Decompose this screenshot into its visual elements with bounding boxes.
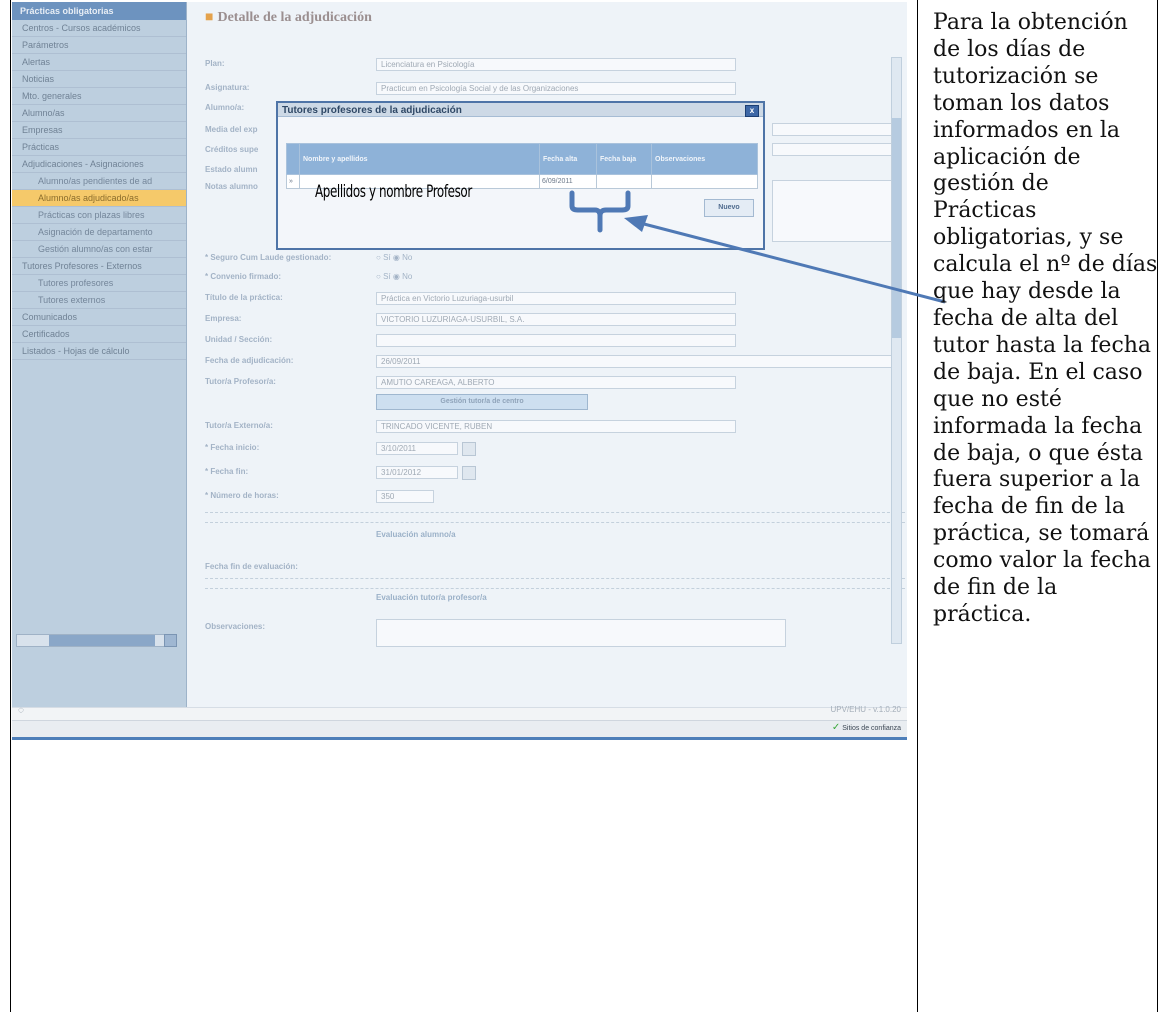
fecha-adj-field[interactable]: 26/09/2011: [376, 355, 892, 368]
divider: [205, 512, 905, 513]
divider: [205, 578, 905, 579]
eval-alumno-heading: Evaluación alumno/a: [376, 530, 456, 539]
table-header-nombre[interactable]: Nombre y apellidos: [299, 143, 540, 175]
empresa-field[interactable]: VICTORIO LUZURIAGA-USURBIL, S.A.: [376, 313, 736, 326]
alumno-label: Alumno/a:: [205, 103, 245, 112]
fecha-fin-field[interactable]: 31/01/2012: [376, 466, 458, 479]
asignatura-field[interactable]: Practicum en Psicología Social y de las …: [376, 82, 736, 95]
notas-field[interactable]: [772, 180, 892, 242]
sidebar-item-pendientes[interactable]: Alumno/as pendientes de ad: [12, 173, 186, 190]
seguro-radio-group[interactable]: ○ Sí ◉ No: [376, 253, 412, 262]
creditos-label: Créditos supe: [205, 145, 259, 154]
sidebar-item-alumnos[interactable]: Alumno/as: [12, 105, 186, 122]
table-header-fecha-baja[interactable]: Fecha baja: [596, 143, 652, 175]
sidebar-item-empresas[interactable]: Empresas: [12, 122, 186, 139]
close-icon[interactable]: x: [745, 105, 759, 117]
sidebar-item-comunicados[interactable]: Comunicados: [12, 309, 186, 326]
sidebar-item-tutores-profesores[interactable]: Tutores profesores: [12, 275, 186, 292]
cell-fecha-baja: [596, 174, 652, 189]
embedded-screenshot: Prácticas obligatorias Centros - Cursos …: [12, 2, 907, 740]
table-border-left: [10, 0, 11, 1012]
eval-tutor-heading: Evaluación tutor/a profesor/a: [376, 593, 487, 602]
estado-label: Estado alumn: [205, 165, 258, 174]
sidebar-item-departamento[interactable]: Asignación de departamento: [12, 224, 186, 241]
page-title: ■ Detalle de la adjudicación: [205, 10, 372, 25]
tutor-prof-field[interactable]: AMUTIO CAREAGA, ALBERTO: [376, 376, 736, 389]
tutor-prof-label: Tutor/a Profesor/a:: [205, 377, 276, 386]
cell-observaciones: [651, 174, 758, 189]
check-icon: ✓: [831, 722, 841, 733]
divider: [205, 588, 905, 589]
plan-field[interactable]: Licenciatura en Psicología: [376, 58, 736, 71]
sidebar-item-practicas[interactable]: Prácticas: [12, 139, 186, 156]
horas-field[interactable]: 350: [376, 490, 434, 503]
dialog-title: Tutores profesores de la adjudicación: [278, 103, 763, 117]
sidebar-item-listados[interactable]: Listados - Hojas de cálculo: [12, 343, 186, 360]
unidad-label: Unidad / Sección:: [205, 335, 273, 344]
notas-label: Notas alumno: [205, 182, 258, 191]
sidebar-item-mto-generales[interactable]: Mto. generales: [12, 88, 186, 105]
handwritten-label: Apellidos y nombre Profesor: [315, 182, 472, 202]
version-label: UPV/EHU - v.1.0.20: [830, 705, 901, 714]
convenio-radio-group[interactable]: ○ Sí ◉ No: [376, 272, 412, 281]
sidebar-item-noticias[interactable]: Noticias: [12, 71, 186, 88]
tutores-dialog: Tutores profesores de la adjudicación x …: [276, 101, 765, 250]
horas-label: * Número de horas:: [205, 491, 279, 500]
sidebar: Prácticas obligatorias Centros - Cursos …: [12, 2, 187, 707]
asignatura-label: Asignatura:: [205, 83, 250, 92]
nuevo-button[interactable]: Nuevo: [704, 199, 754, 217]
plan-label: Plan:: [205, 59, 225, 68]
fecha-inicio-label: * Fecha inicio:: [205, 443, 260, 452]
titulo-field[interactable]: Práctica en Victorio Luzuriaga-usurbil: [376, 292, 736, 305]
row-marker[interactable]: »: [286, 174, 300, 189]
gestion-tutor-button[interactable]: Gestión tutor/a de centro: [376, 394, 588, 410]
trusted-sites-label: ✓ Sitios de confianza: [831, 722, 901, 733]
calendar-icon[interactable]: [462, 466, 476, 480]
convenio-label: * Convenio firmado:: [205, 272, 282, 281]
media-label: Media del exp: [205, 125, 258, 134]
table-header-marker: [286, 143, 300, 175]
media-field[interactable]: [772, 123, 894, 136]
sidebar-item-adjudicaciones[interactable]: Adjudicaciones - Asignaciones: [12, 156, 186, 173]
explanation-text: Para la obtención de los días de tutoriz…: [933, 10, 1158, 627]
empresa-label: Empresa:: [205, 314, 242, 323]
fecha-inicio-field[interactable]: 3/10/2011: [376, 442, 458, 455]
sidebar-header: Prácticas obligatorias: [12, 2, 186, 20]
fecha-fin-label: * Fecha fin:: [205, 467, 249, 476]
sidebar-item-alertas[interactable]: Alertas: [12, 54, 186, 71]
sidebar-item-gestion-alumnos[interactable]: Gestión alumno/as con estar: [12, 241, 186, 258]
fecha-fin-eval-label: Fecha fin de evaluación:: [205, 562, 298, 571]
divider: [205, 522, 905, 523]
main-scrollbar[interactable]: [891, 57, 902, 644]
sidebar-scrollbar[interactable]: [16, 634, 177, 647]
tutor-ext-label: Tutor/a Externo/a:: [205, 421, 273, 430]
seguro-label: * Seguro Cum Laude gestionado:: [205, 253, 332, 262]
observaciones-field[interactable]: [376, 619, 786, 647]
titulo-label: Título de la práctica:: [205, 293, 283, 302]
unidad-field[interactable]: [376, 334, 736, 347]
creditos-field[interactable]: [772, 143, 894, 156]
table-header-fecha-alta[interactable]: Fecha alta: [539, 143, 597, 175]
sidebar-item-tutores-externos[interactable]: Tutores externos: [12, 292, 186, 309]
sidebar-item-certificados[interactable]: Certificados: [12, 326, 186, 343]
sidebar-item-centros[interactable]: Centros - Cursos académicos: [12, 20, 186, 37]
table-border-middle: [917, 0, 918, 1012]
tutor-ext-field[interactable]: TRINCADO VICENTE, RUBEN: [376, 420, 736, 433]
sidebar-item-parametros[interactable]: Parámetros: [12, 37, 186, 54]
title-icon: ■: [205, 10, 214, 25]
status-bar: ◌ UPV/EHU - v.1.0.20 ✓ Sitios de confian…: [12, 705, 907, 737]
cell-fecha-alta: 6/09/2011: [539, 174, 597, 189]
sidebar-item-tutores[interactable]: Tutores Profesores - Externos: [12, 258, 186, 275]
fecha-adj-label: Fecha de adjudicación:: [205, 356, 294, 365]
sidebar-item-adjudicados[interactable]: Alumno/as adjudicado/as: [12, 190, 186, 207]
calendar-icon[interactable]: [462, 442, 476, 456]
table-header-observaciones[interactable]: Observaciones: [651, 143, 758, 175]
loading-icon: ◌: [18, 705, 24, 716]
sidebar-item-plazas-libres[interactable]: Prácticas con plazas libres: [12, 207, 186, 224]
observaciones-label: Observaciones:: [205, 622, 266, 631]
